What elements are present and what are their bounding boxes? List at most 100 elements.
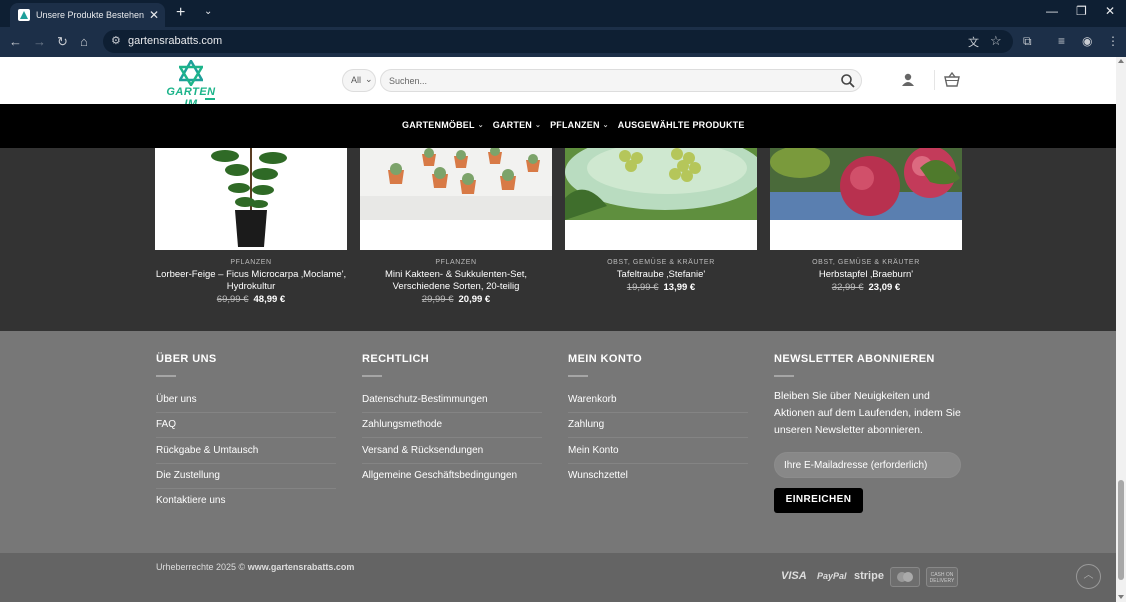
page-scrollbar[interactable] (1116, 57, 1126, 602)
browser-tab[interactable]: Unsere Produkte Bestehen Aus ✕ (10, 3, 165, 27)
footer-link[interactable]: FAQ (156, 419, 336, 438)
footer-link[interactable]: Über uns (156, 394, 336, 413)
forward-icon[interactable]: → (33, 34, 46, 50)
tab-close-icon[interactable]: ✕ (149, 8, 159, 22)
back-icon[interactable]: ← (9, 34, 22, 50)
footer-link[interactable]: Zahlungsmethode (362, 419, 542, 438)
bookmark-star-icon[interactable]: ☆ (990, 33, 1002, 49)
stripe-icon: stripe (854, 570, 884, 582)
cash-on-delivery-icon: CASH ON DELIVERY (926, 567, 958, 587)
browser-tabbar: Unsere Produkte Bestehen Aus ✕ + ⌄ — ❐ ✕ (0, 0, 1126, 27)
old-price: 29,99 € (421, 294, 454, 305)
chevron-down-icon: ⌄ (602, 122, 609, 129)
nav-item-pflanzen[interactable]: PFLANZEN ⌄ (550, 120, 609, 130)
main-navigation: GARTENMÖBEL ⌄ GARTEN ⌄ PFLANZEN ⌄ AUSGEWÄHL… (0, 104, 1116, 148)
search-scope-value: All (351, 75, 362, 85)
product-price: 19,99 € 13,99 € (565, 282, 757, 293)
sale-price: 20,99 € (458, 294, 491, 305)
heading-divider (568, 375, 588, 377)
product-name[interactable]: Herbstapfel ‚Braeburn' (770, 269, 962, 281)
product-name[interactable]: Mini Kakteen- & Sukkulenten-Set, Verschi… (360, 269, 552, 293)
footer-heading: ÜBER UNS (156, 353, 217, 365)
tab-search-chevron-icon[interactable]: ⌄ (204, 6, 212, 17)
footer-link[interactable]: Allgemeine Geschäftsbedingungen (362, 470, 542, 488)
product-category[interactable]: PFLANZEN (155, 259, 347, 266)
heading-divider (156, 375, 176, 377)
footer-link[interactable]: Warenkorb (568, 394, 748, 413)
footer-link[interactable]: Versand & Rücksendungen (362, 445, 542, 464)
extensions-icon[interactable]: ⧉ (1023, 34, 1032, 49)
product-category[interactable]: OBST, GEMÜSE & KRÄUTER (565, 259, 757, 266)
footer-heading: RECHTLICH (362, 353, 430, 365)
footer-link[interactable]: Datenschutz-Bestimmungen (362, 394, 542, 413)
nav-item-gartenmoebel[interactable]: GARTENMÖBEL ⌄ (402, 120, 484, 130)
product-name[interactable]: Lorbeer-Feige – Ficus Microcarpa ‚Moclam… (155, 269, 347, 293)
nav-item-ausgewaehlte-produkte[interactable]: AUSGEWÄHLTE PRODUKTE (618, 120, 745, 130)
cart-basket-icon[interactable] (944, 72, 960, 87)
back-to-top-button[interactable]: ︿ (1076, 564, 1101, 589)
old-price: 32,99 € (831, 282, 864, 293)
sale-price: 23,09 € (868, 282, 901, 293)
window-close-icon[interactable]: ✕ (1105, 4, 1115, 18)
newsletter-email-input[interactable]: Ihre E-Mailadresse (erforderlich) (774, 452, 961, 478)
footer-link[interactable]: Wunschzettel (568, 470, 748, 488)
account-user-icon[interactable] (901, 73, 915, 87)
media-controls-icon[interactable]: ≡ (1058, 34, 1065, 48)
site-footer: ÜBER UNS Über uns FAQ Rückgabe & Umtausc… (0, 331, 1116, 553)
address-url[interactable]: gartensrabatts.com (128, 35, 222, 47)
footer-heading: MEIN KONTO (568, 353, 643, 365)
scroll-down-icon[interactable] (1118, 595, 1124, 599)
scroll-up-icon[interactable] (1118, 59, 1124, 63)
footer-bottom-bar: Urheberrechte 2025 © www.gartensrabatts.… (0, 553, 1116, 602)
newsletter-description: Bleiben Sie über Neuigkeiten und Aktione… (774, 390, 961, 436)
footer-link[interactable]: Kontaktiere uns (156, 495, 336, 513)
address-bar[interactable]: ⚙ gartensrabatts.com 文 ☆ (103, 30, 1013, 53)
home-icon[interactable]: ⌂ (80, 34, 88, 50)
site-favicon-icon (18, 9, 30, 21)
logo-underline (205, 98, 215, 100)
newsletter-submit-button[interactable]: EINREICHEN (774, 488, 863, 513)
footer-link[interactable]: Rückgabe & Umtausch (156, 445, 336, 464)
product-image-grapes[interactable] (565, 148, 757, 250)
tab-title: Unsere Produkte Bestehen Aus (36, 10, 145, 20)
menu-kebab-icon[interactable]: ⋮ (1107, 34, 1119, 48)
footer-link[interactable]: Zahlung (568, 419, 748, 438)
search-icon[interactable] (840, 73, 856, 89)
product-image-ficus[interactable] (155, 148, 347, 250)
scrollbar-thumb[interactable] (1118, 480, 1124, 580)
search-bar: All ⌄ Suchen... (342, 69, 862, 92)
paypal-icon: PayPal (817, 571, 847, 581)
product-grid: PFLANZEN Lorbeer-Feige – Ficus Microcarp… (0, 148, 1116, 331)
product-price: 29,99 € 20,99 € (360, 294, 552, 305)
minimize-icon[interactable]: — (1046, 4, 1058, 18)
heading-divider (774, 375, 794, 377)
copyright-site-link[interactable]: www.gartensrabatts.com (248, 562, 355, 572)
old-price: 69,99 € (216, 294, 249, 305)
nav-item-garten[interactable]: GARTEN ⌄ (493, 120, 541, 130)
product-category[interactable]: PFLANZEN (360, 259, 552, 266)
sale-price: 48,99 € (253, 294, 286, 305)
product-category[interactable]: OBST, GEMÜSE & KRÄUTER (770, 259, 962, 266)
translate-icon[interactable]: 文 (968, 34, 979, 50)
profile-icon[interactable]: ◉ (1082, 34, 1092, 48)
heading-divider (362, 375, 382, 377)
copyright-prefix: Urheberrechte 2025 © (156, 562, 246, 572)
footer-link[interactable]: Die Zustellung (156, 470, 336, 489)
site-logo[interactable]: GARTEN IM (158, 60, 224, 110)
search-input[interactable]: Suchen... (380, 69, 862, 92)
chevron-down-icon: ⌄ (534, 122, 542, 129)
footer-link[interactable]: Mein Konto (568, 445, 748, 464)
product-image-cactus-set[interactable] (360, 148, 552, 250)
footer-heading: NEWSLETTER ABONNIEREN (774, 353, 935, 365)
product-name[interactable]: Tafeltraube ‚Stefanie' (565, 269, 757, 281)
new-tab-icon[interactable]: + (176, 4, 185, 22)
search-scope-select[interactable]: All ⌄ (342, 69, 376, 92)
chevron-down-icon: ⌄ (477, 122, 484, 129)
product-image-apples[interactable] (770, 148, 962, 250)
search-placeholder: Suchen... (389, 76, 428, 86)
reload-icon[interactable]: ↻ (57, 34, 68, 50)
site-info-icon[interactable]: ⚙ (111, 34, 121, 47)
header-divider (934, 70, 935, 90)
product-price: 32,99 € 23,09 € (770, 282, 962, 293)
restore-icon[interactable]: ❐ (1076, 4, 1087, 18)
